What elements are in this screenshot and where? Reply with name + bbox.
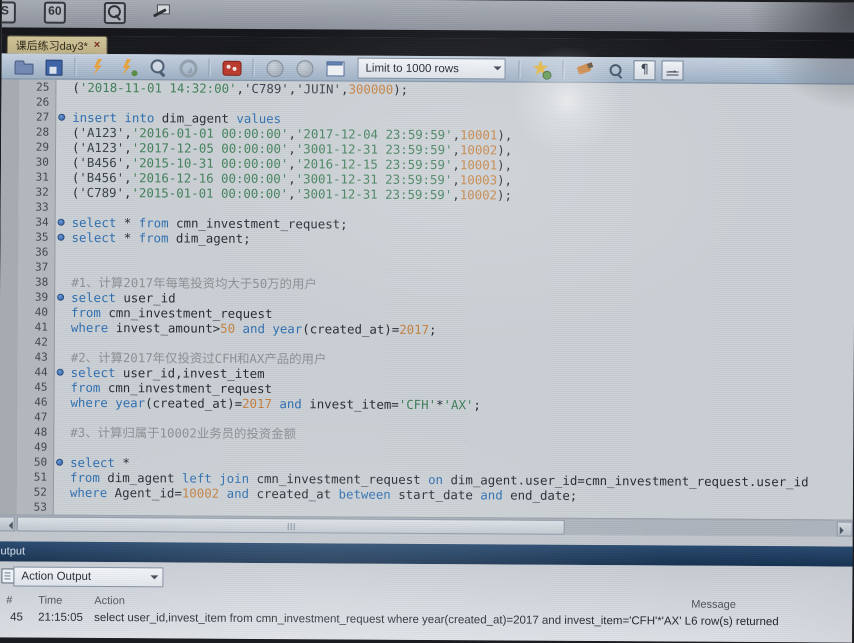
column-header-message: Message	[691, 598, 736, 611]
row-num-cell: 45	[10, 611, 24, 624]
line-number: 47	[34, 410, 48, 424]
line-number: 44	[34, 365, 48, 379]
toolbar-separator	[518, 60, 521, 79]
refresh-icon[interactable]	[175, 56, 199, 78]
line-number: 50	[33, 455, 48, 469]
execute-query-icon[interactable]	[85, 55, 109, 77]
line-number: 39	[34, 290, 49, 304]
line-number: 46	[34, 395, 48, 409]
stop-query-icon[interactable]	[219, 56, 243, 78]
line-number: 32	[35, 185, 49, 199]
dropdown-label: Limit to 1000 rows	[365, 62, 459, 75]
open-file-icon[interactable]	[11, 55, 35, 77]
line-number: 34	[35, 215, 49, 229]
code-text: #2、计算2017年仅投资过CFH和AX产品的用户	[70, 349, 327, 367]
save-icon[interactable]	[41, 55, 65, 77]
line-number: 31	[35, 170, 49, 184]
action-output-table: # Time Action Message 45 21:15:05 select u…	[0, 592, 852, 631]
line-number: 29	[35, 140, 50, 154]
pilcrow-icon[interactable]	[633, 60, 656, 81]
line-number: 48	[34, 425, 48, 439]
favorites-icon[interactable]	[529, 58, 553, 80]
timer-60-icon[interactable]: 60	[43, 1, 66, 24]
toolbar-separator	[562, 60, 565, 79]
scroll-left-button[interactable]	[0, 516, 15, 532]
execute-all-icon[interactable]	[115, 56, 139, 78]
find-icon[interactable]	[145, 56, 169, 78]
line-number: 45	[34, 380, 48, 394]
line-number: 42	[34, 335, 48, 349]
statement-marker-icon	[57, 218, 65, 226]
close-icon[interactable]: ×	[94, 39, 101, 51]
line-number: 53	[33, 500, 47, 514]
code-text: select *	[70, 454, 130, 471]
code-text: select * from cmn_investment_request;	[71, 214, 348, 232]
column-header-time: Time	[38, 594, 63, 607]
line-number: 36	[35, 245, 49, 259]
search-files-icon[interactable]	[103, 2, 126, 25]
line-number: 40	[34, 305, 49, 319]
line-number: 27	[35, 110, 50, 124]
tab-sql-file[interactable]: 课后练习day3* ×	[6, 35, 108, 55]
format-code-icon[interactable]	[573, 58, 597, 80]
line-number: 28	[35, 125, 50, 139]
statement-marker-icon	[57, 233, 65, 241]
pen-icon[interactable]	[150, 2, 172, 24]
code-text: from cmn_investment_request	[70, 304, 273, 322]
icon-label: 60	[48, 3, 62, 18]
code-text: select * from dim_agent;	[71, 229, 251, 246]
forward-icon[interactable]	[293, 57, 317, 79]
action-cell: select user_id,invest_item from cmn_inve…	[94, 611, 692, 628]
zoom-icon[interactable]	[603, 59, 627, 81]
statement-marker-icon	[58, 113, 66, 121]
line-number: 38	[34, 275, 49, 289]
indent-icon[interactable]	[661, 60, 684, 81]
chevron-down-icon	[150, 574, 159, 583]
back-icon[interactable]	[263, 56, 287, 78]
statement-marker-icon	[56, 368, 64, 376]
line-number: 52	[33, 485, 47, 499]
code-text: select user_id	[71, 289, 176, 306]
line-number: 25	[36, 80, 50, 94]
screen-photo: S 60 课后练习day3* × Limit to 1000 rows 25('2…	[0, 0, 854, 643]
code-text: #1、计算2017年每笔投资均大于50万的用户	[71, 274, 317, 292]
line-number: 33	[35, 200, 49, 214]
line-number: 37	[35, 260, 49, 274]
line-number: 35	[35, 230, 49, 244]
chevron-down-icon	[493, 66, 502, 75]
line-number: 26	[36, 95, 50, 109]
output-panel: Action Output # Time Action Message 45 21…	[0, 561, 853, 643]
tab-title: 课后练习day3*	[15, 39, 88, 53]
time-cell: 21:15:05	[38, 611, 83, 624]
line-number: 51	[33, 470, 48, 484]
column-header-num: #	[6, 594, 13, 607]
output-mode-dropdown[interactable]: Action Output	[13, 566, 164, 588]
sql-editor[interactable]: 25 ('2018-11-01 14:32:00','C789','JUIN',3…	[0, 79, 854, 520]
scroll-right-button[interactable]	[836, 521, 853, 537]
app-s-icon[interactable]: S	[1, 1, 16, 24]
toolbar-separator	[74, 57, 77, 76]
statement-marker-icon	[57, 293, 65, 301]
statement-marker-icon	[56, 458, 64, 466]
message-cell: 6 row(s) returned	[691, 615, 779, 629]
output-panel-title: utput	[0, 545, 26, 558]
code-text: #3、计算归属于10002业务员的投资金额	[70, 424, 297, 442]
code-text: select user_id,invest_item	[70, 364, 265, 382]
row-limit-dropdown[interactable]: Limit to 1000 rows	[357, 57, 506, 80]
line-number: 30	[35, 155, 49, 169]
code-text: insert into dim_agent values	[72, 109, 282, 127]
line-number: 43	[34, 350, 48, 364]
table-view-icon[interactable]	[323, 57, 347, 79]
code-text: from cmn_investment_request	[70, 379, 273, 397]
output-mode-label: Action Output	[21, 570, 92, 583]
line-number: 41	[34, 320, 48, 334]
scrollbar-grip-icon	[290, 523, 292, 531]
toolbar-separator	[208, 58, 211, 77]
line-number: 49	[33, 440, 48, 454]
icon-label: S	[1, 3, 9, 18]
toolbar-separator	[252, 58, 255, 77]
